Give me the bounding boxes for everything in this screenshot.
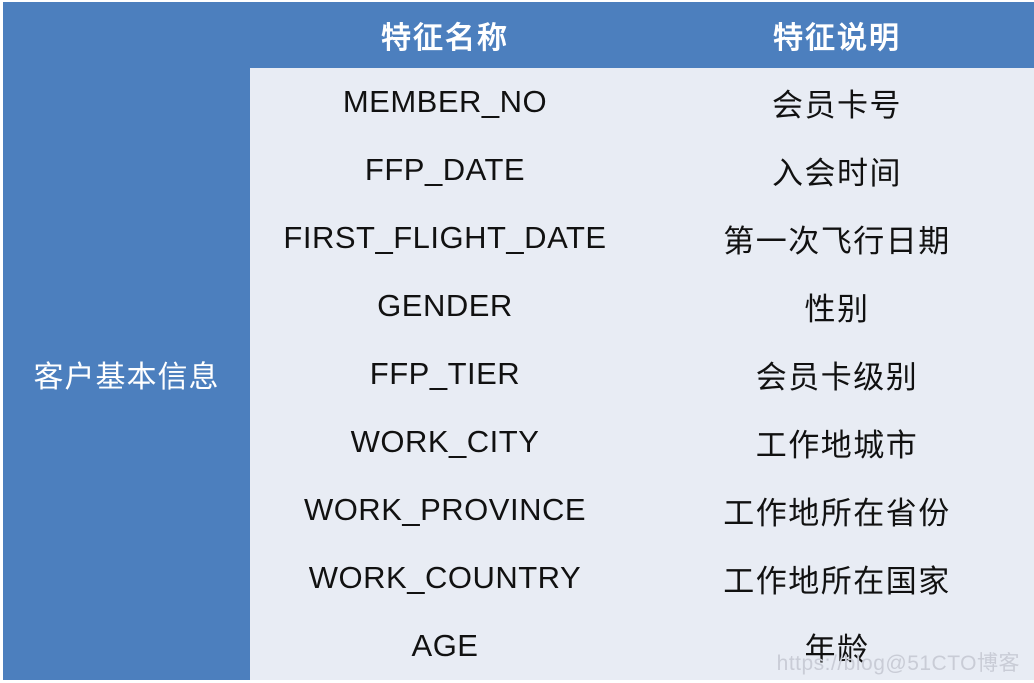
header-corner-cell bbox=[3, 2, 250, 68]
table-header: 特征名称 特征说明 bbox=[3, 2, 1034, 68]
cell-feature-name: WORK_CITY bbox=[250, 408, 640, 476]
group-label-cell: 客户基本信息 bbox=[3, 68, 250, 680]
header-feature-description: 特征说明 bbox=[640, 2, 1034, 68]
cell-feature-name: FIRST_FLIGHT_DATE bbox=[250, 204, 640, 272]
cell-feature-description: 年龄 bbox=[640, 612, 1034, 680]
cell-feature-name: WORK_PROVINCE bbox=[250, 476, 640, 544]
cell-feature-description: 入会时间 bbox=[640, 136, 1034, 204]
table-row: 客户基本信息 MEMBER_NO 会员卡号 bbox=[3, 68, 1034, 680]
cell-feature-name: GENDER bbox=[250, 272, 640, 340]
cell-feature-description: 会员卡号 bbox=[640, 68, 1034, 136]
cell-feature-description: 工作地城市 bbox=[640, 408, 1034, 476]
cell-feature-name: FFP_TIER bbox=[250, 340, 640, 408]
table-header-row: 特征名称 特征说明 bbox=[3, 2, 1034, 68]
feature-definition-table: 特征名称 特征说明 客户基本信息 MEMBER_NO 会员卡号 FFP_DATE 入会时… bbox=[3, 2, 1034, 680]
cell-feature-description: 会员卡级别 bbox=[640, 340, 1034, 408]
cell-feature-name: MEMBER_NO bbox=[250, 68, 640, 136]
cell-feature-description: 工作地所在省份 bbox=[640, 476, 1034, 544]
cell-feature-description: 工作地所在国家 bbox=[640, 544, 1034, 612]
table-body: 客户基本信息 MEMBER_NO 会员卡号 FFP_DATE 入会时间 FIRST_FLI… bbox=[3, 68, 1034, 680]
cell-feature-description: 第一次飞行日期 bbox=[640, 204, 1034, 272]
screenshot-root: 特征名称 特征说明 客户基本信息 MEMBER_NO 会员卡号 FFP_DATE 入会时… bbox=[0, 0, 1034, 683]
header-feature-name: 特征名称 bbox=[250, 2, 640, 68]
cell-feature-name: AGE bbox=[250, 612, 640, 680]
cell-feature-name: FFP_DATE bbox=[250, 136, 640, 204]
cell-feature-name: WORK_COUNTRY bbox=[250, 544, 640, 612]
cell-feature-description: 性别 bbox=[640, 272, 1034, 340]
